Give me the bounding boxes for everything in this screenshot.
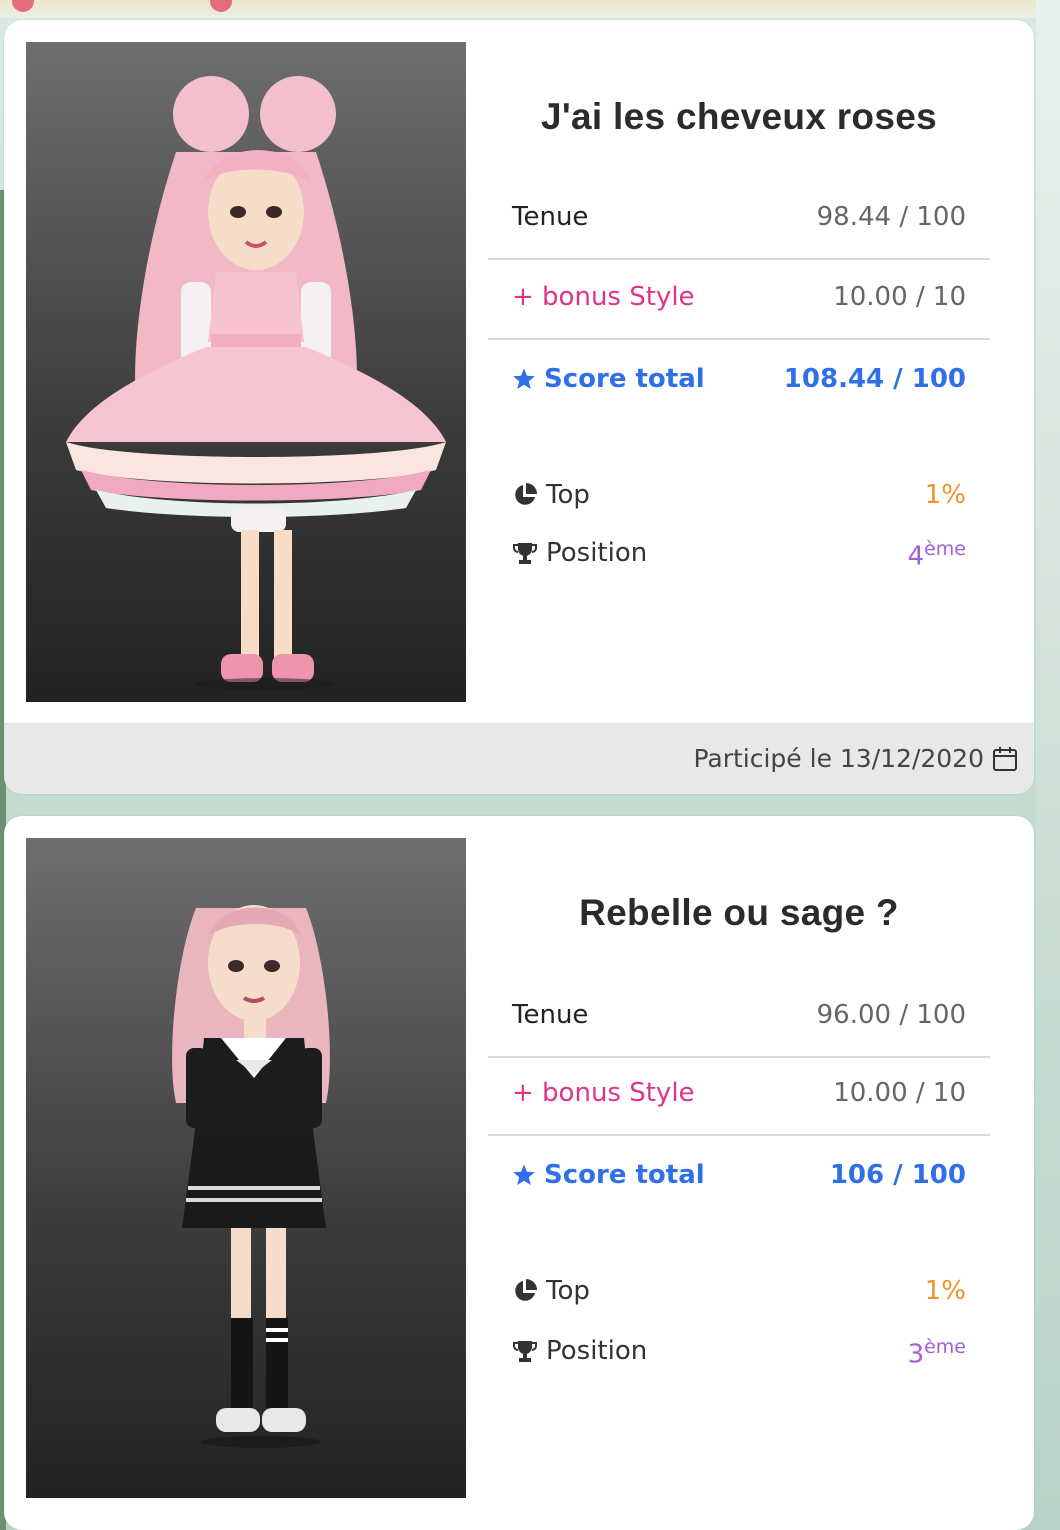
decor-blob (12, 0, 34, 12)
position-label: Position (546, 538, 648, 568)
contest-title: J'ai les cheveux roses (541, 96, 937, 137)
score-value: 106 / 100 (829, 1160, 966, 1190)
tenue-row: Tenue 96.00 / 100 (488, 978, 990, 1058)
avatar-black-sailor-dress-image[interactable] (26, 838, 466, 1498)
position-suffix: ème (924, 1336, 966, 1358)
top-value: 1% (924, 480, 966, 510)
score-row: Score total 106 / 100 (488, 1136, 990, 1214)
trophy-icon (513, 543, 537, 564)
background-band (1036, 0, 1060, 1530)
contest-entry-card: J'ai les cheveux roses Tenue 98.44 / 100… (4, 20, 1034, 794)
score-label: Score total (544, 364, 705, 394)
star-icon (513, 1164, 535, 1185)
avatar-illustration (66, 76, 446, 690)
position-number: 3 (907, 1339, 925, 1370)
score-label: Score total (544, 1160, 705, 1190)
position-value: 4ème (908, 538, 966, 572)
pie-chart-icon (515, 483, 537, 505)
score-label-wrap: Score total (512, 1160, 705, 1190)
tenue-value: 98.44 / 100 (816, 202, 966, 232)
top-strip (0, 0, 1060, 18)
score-row: Score total 108.44 / 100 (488, 340, 990, 418)
tenue-row: Tenue 98.44 / 100 (488, 180, 990, 260)
bonus-row: + bonus Style 10.00 / 10 (488, 260, 990, 340)
position-label: Position (546, 1336, 648, 1366)
position-stat: Position (512, 538, 647, 568)
card-footer: Participé le 13/12/2020 (4, 723, 1034, 794)
contest-title: Rebelle ou sage ? (579, 892, 899, 933)
bonus-value: 10.00 / 10 (833, 1078, 966, 1108)
position-stat: Position (512, 1336, 647, 1366)
star-icon (513, 368, 535, 389)
participation-date: Participé le 13/12/2020 (693, 744, 1018, 773)
tenue-label: Tenue (512, 1000, 589, 1030)
pie-chart-icon (515, 1279, 537, 1301)
top-label: Top (546, 1276, 590, 1306)
score-value: 108.44 / 100 (783, 364, 966, 394)
score-label-wrap: Score total (512, 364, 705, 394)
tenue-label: Tenue (512, 202, 589, 232)
position-value: 3ème (908, 1336, 966, 1370)
calendar-icon (993, 746, 1017, 771)
top-stat: Top (512, 1276, 590, 1306)
bonus-row: + bonus Style 10.00 / 10 (488, 1056, 990, 1136)
top-value: 1% (924, 1276, 966, 1306)
top-stat: Top (512, 480, 590, 510)
position-suffix: ème (924, 538, 966, 560)
top-label: Top (546, 480, 590, 510)
avatar-pink-dress-image[interactable] (26, 42, 466, 702)
tenue-value: 96.00 / 100 (816, 1000, 966, 1030)
contest-entry-card: Rebelle ou sage ? Tenue 96.00 / 100 + bo… (4, 816, 1034, 1530)
position-number: 4 (907, 541, 925, 572)
bonus-label: + bonus Style (512, 1078, 695, 1108)
trophy-icon (513, 1341, 537, 1362)
participation-text: Participé le 13/12/2020 (693, 744, 984, 773)
avatar-illustration (172, 905, 330, 1448)
bonus-value: 10.00 / 10 (833, 282, 966, 312)
bonus-label: + bonus Style (512, 282, 695, 312)
decor-blob (210, 0, 232, 12)
